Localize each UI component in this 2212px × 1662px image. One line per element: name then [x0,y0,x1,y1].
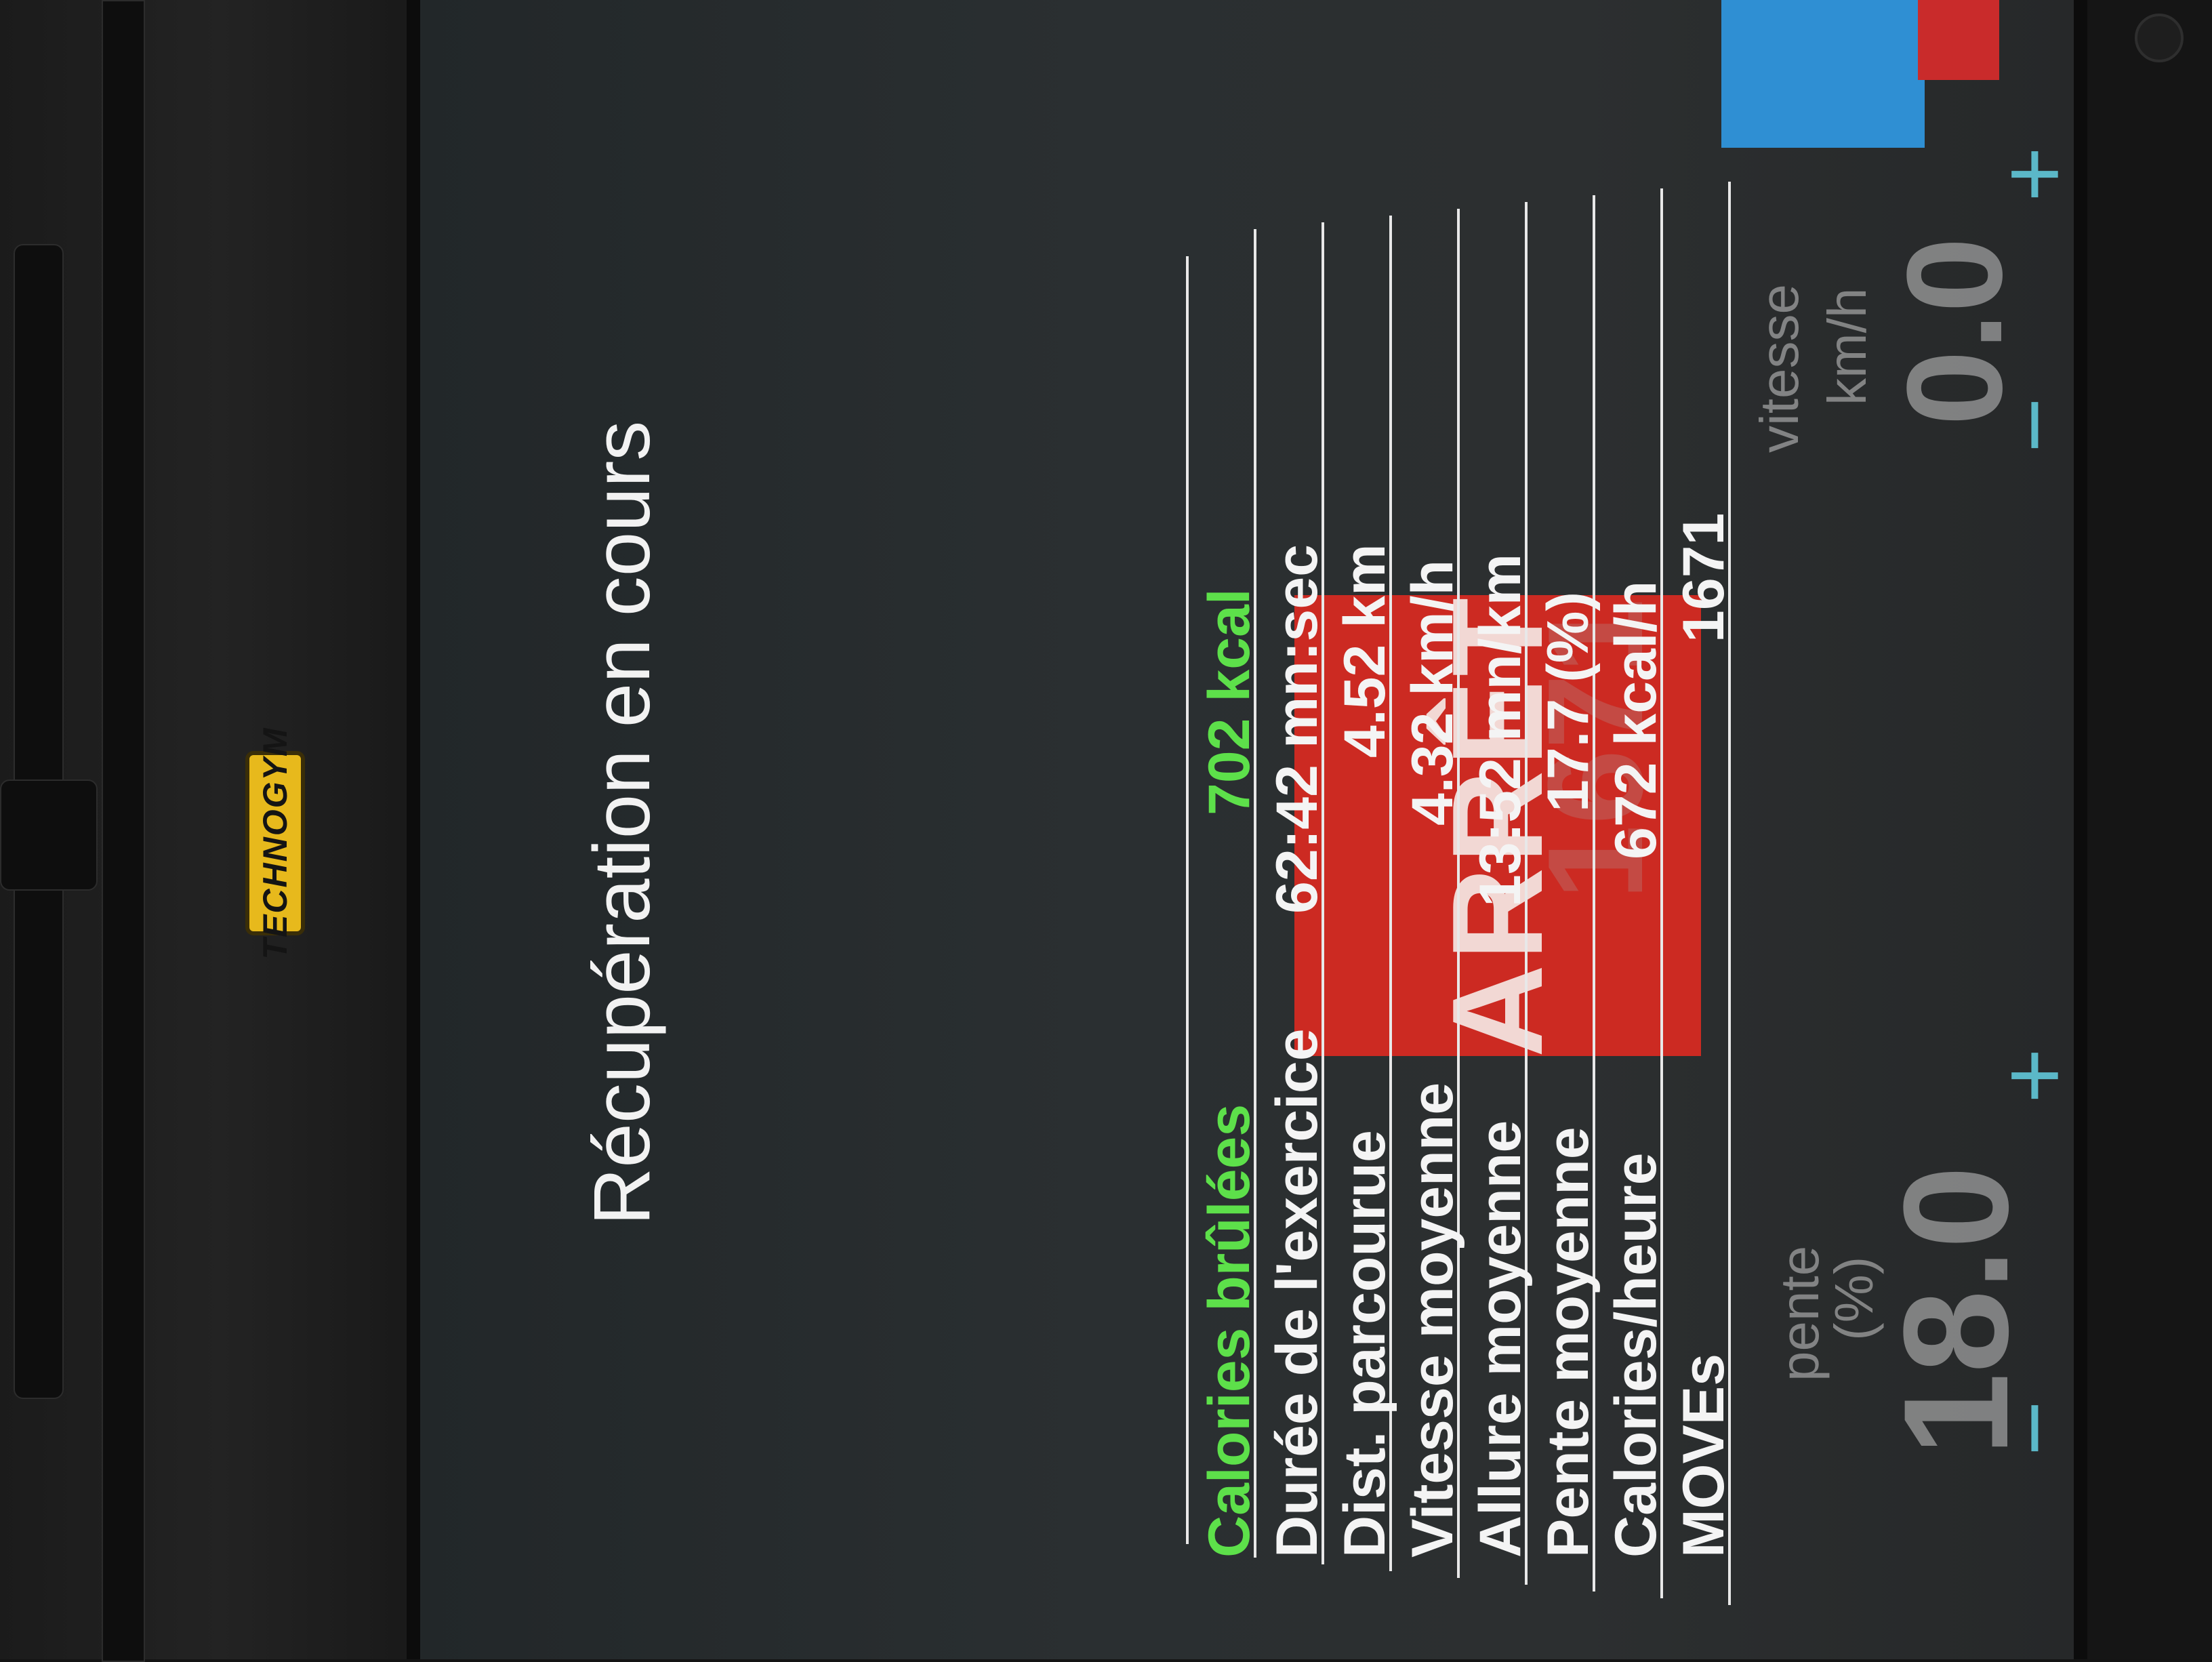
power-button[interactable] [2135,14,2184,62]
speed-plus-button[interactable]: + [1979,146,2089,202]
incline-plus-button[interactable]: + [1979,1048,2089,1103]
avg-incline-label: Pente moyenne [1536,1127,1601,1558]
calories-per-hour-label: Calories/heure [1603,1152,1668,1558]
incline-label: pente [1769,1245,1830,1381]
bezel-ridge [0,779,98,891]
technogym-logo: TECHNOGYM [245,727,305,960]
incline-minus-button[interactable]: − [1979,1400,2089,1456]
row-divider [1186,256,1189,1544]
avg-incline-value: 17.7 (%) [1536,591,1601,812]
top-tile-blue[interactable] [1721,0,1925,148]
avg-speed-label: Vitesse moyenne [1400,1082,1465,1558]
avg-speed-value: 4.32 km/h [1400,560,1465,826]
moves-label: MOVEs [1671,1353,1736,1558]
distance-label: Dist. parcourue [1332,1130,1397,1558]
rotated-display: pente (%) 18.0 − + ARRÊT 1671 vitesse km… [420,0,2087,1659]
calories-label: Calories brûlées [1197,1103,1262,1558]
bezel-ridge [102,0,145,1662]
calories-value: 702 kcal [1197,588,1262,815]
right-rail [2087,0,2212,1659]
top-tile-red[interactable] [1918,0,1999,80]
duration-label: Durée de l'exercice [1265,1028,1330,1558]
avg-pace-label: Allure moyenne [1468,1120,1533,1558]
avg-pace-value: 13:52 mn/km [1468,553,1533,907]
summary-title: Récupération en cours [577,420,667,1225]
duration-value: 62:42 mn:sec [1265,544,1330,914]
calories-per-hour-value: 672 kcal/h [1603,580,1668,859]
moves-value: 1671 [1671,512,1736,643]
speed-minus-button[interactable]: − [1979,397,2089,453]
speed-unit: km/h [1817,287,1877,405]
distance-value: 4.52 km [1332,544,1397,758]
speed-label: vitesse [1749,284,1809,453]
